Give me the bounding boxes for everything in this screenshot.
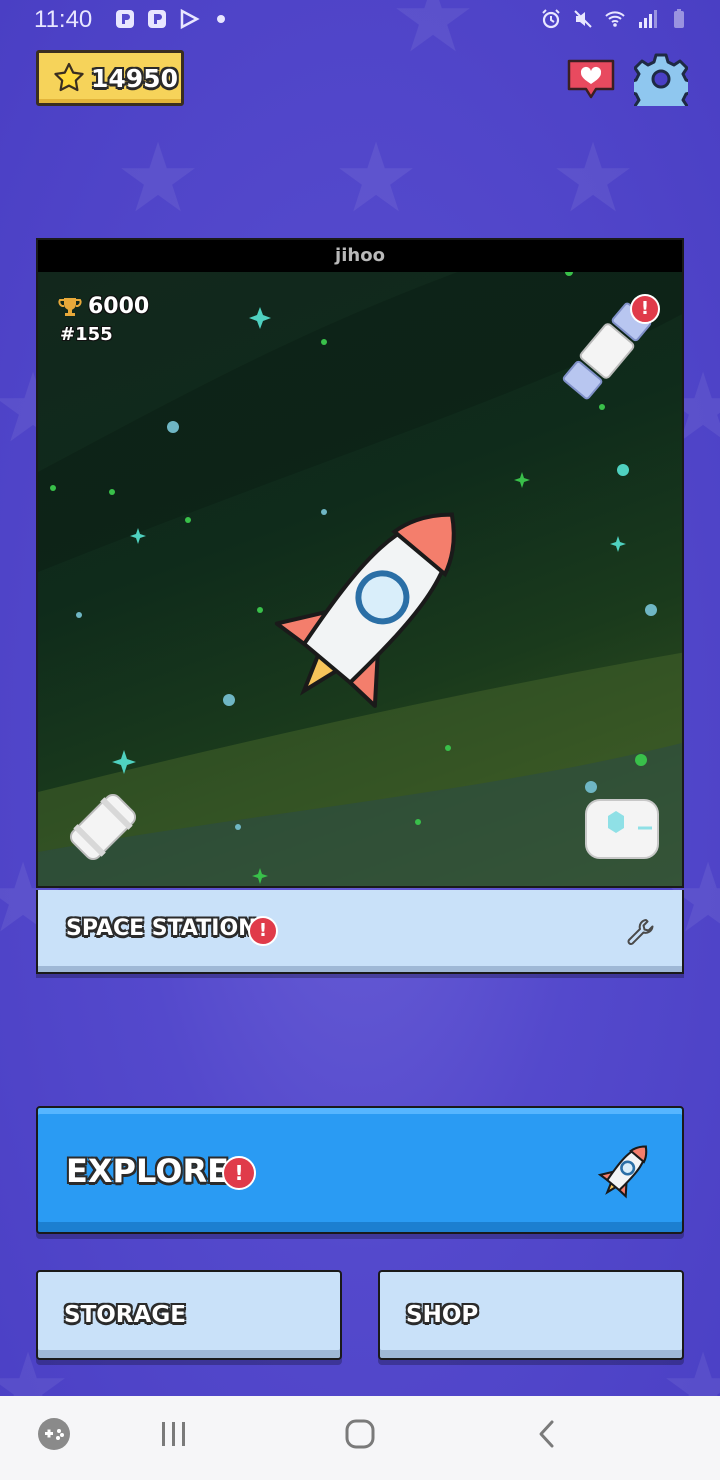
background-star-icon: ★ bbox=[333, 122, 420, 234]
explore-alert-badge: ! bbox=[222, 1156, 256, 1190]
storage-button[interactable]: STORAGE bbox=[36, 1270, 342, 1360]
space-scene: ! 6000 #155 bbox=[38, 272, 682, 886]
home-icon[interactable] bbox=[342, 1416, 378, 1452]
canister-icon bbox=[69, 793, 137, 861]
mute-icon bbox=[574, 10, 592, 28]
star-icon bbox=[54, 62, 84, 92]
dot-icon bbox=[217, 15, 225, 23]
background-star-icon: ★ bbox=[115, 122, 202, 234]
play-store-icon bbox=[180, 8, 200, 30]
space-station-alert-badge: ! bbox=[248, 916, 278, 946]
favorite-button[interactable] bbox=[566, 58, 616, 100]
explore-button[interactable]: EXPLORE ! bbox=[36, 1106, 684, 1234]
module-icon bbox=[585, 799, 659, 859]
satellite-alert-badge[interactable]: ! bbox=[630, 294, 660, 324]
space-station-label: SPACE STATION bbox=[66, 916, 257, 941]
background-star-icon: ★ bbox=[550, 122, 637, 234]
trophy-icon bbox=[58, 297, 82, 316]
p-app-icon bbox=[148, 10, 166, 28]
trophy-count: 6000 bbox=[88, 294, 150, 319]
wrench-icon[interactable] bbox=[624, 916, 656, 948]
status-time: 11:40 bbox=[34, 6, 93, 33]
recent-apps-icon[interactable] bbox=[156, 1416, 192, 1452]
p-app-icon bbox=[116, 10, 134, 28]
rocket-icon bbox=[597, 1145, 648, 1199]
star-count: 14950 bbox=[91, 63, 178, 93]
battery-icon bbox=[674, 9, 684, 28]
space-station-card[interactable]: jihoo ! 6000 #155 bbox=[36, 238, 684, 888]
status-bar: 11:40 bbox=[0, 0, 720, 44]
signal-icon bbox=[639, 10, 657, 28]
settings-button[interactable] bbox=[627, 52, 695, 121]
gear-icon bbox=[627, 53, 695, 121]
owner-name: jihoo bbox=[38, 240, 682, 272]
wifi-icon bbox=[605, 11, 625, 27]
star-counter[interactable]: 14950 bbox=[36, 50, 184, 106]
heart-message-icon bbox=[567, 59, 615, 99]
shop-button[interactable]: SHOP bbox=[378, 1270, 684, 1360]
trophy-row: 6000 bbox=[58, 294, 149, 319]
back-icon[interactable] bbox=[530, 1416, 566, 1452]
rocket-icon bbox=[274, 512, 456, 708]
navigation-bar bbox=[0, 1396, 720, 1480]
shop-label: SHOP bbox=[406, 1302, 479, 1328]
space-station-button[interactable]: SPACE STATION ! bbox=[36, 890, 684, 974]
explore-label: EXPLORE bbox=[66, 1152, 229, 1190]
game-launcher-icon[interactable] bbox=[36, 1416, 72, 1452]
storage-label: STORAGE bbox=[64, 1302, 186, 1328]
rank: #155 bbox=[60, 324, 113, 345]
alarm-icon bbox=[542, 9, 560, 29]
